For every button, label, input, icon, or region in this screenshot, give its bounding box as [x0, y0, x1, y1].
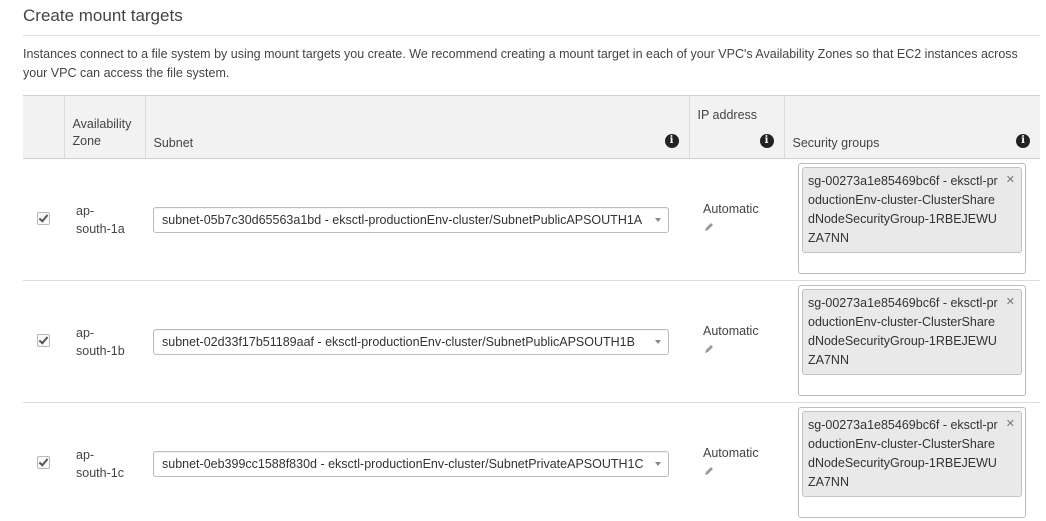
subnet-select[interactable]: subnet-0eb399cc1588f830d - eksctl-produc…: [153, 450, 669, 477]
header-select: [23, 95, 64, 159]
sg-cell: sg-00273a1e85469bc6f - eksctl-production…: [784, 402, 1040, 521]
subnet-cell: subnet-02d33f17b51189aaf - eksctl-produc…: [145, 280, 689, 403]
row-select-cell: [23, 402, 64, 521]
ip-address-value: Automatic: [703, 202, 759, 216]
row-select-cell: [23, 280, 64, 403]
info-icon[interactable]: i: [1016, 134, 1030, 148]
header-ip-label: IP address: [697, 108, 758, 122]
header-az-label: Availability Zone: [72, 117, 132, 148]
header-subnet: Subnet i: [144, 95, 689, 159]
security-group-tag: sg-00273a1e85469bc6f - eksctl-production…: [802, 167, 1022, 253]
az-label: ap-south-1a: [76, 203, 125, 236]
subnet-cell: subnet-05b7c30d65563a1bd - eksctl-produc…: [145, 158, 689, 281]
table-row: ap-south-1b subnet-02d33f17b51189aaf - e…: [23, 280, 1040, 403]
row-checkbox[interactable]: [37, 211, 50, 225]
mount-targets-table: Availability Zone Subnet i IP address i …: [23, 95, 1040, 521]
row-select-cell: [23, 158, 64, 281]
ip-address-value: Automatic: [703, 446, 759, 460]
divider: [23, 35, 1040, 36]
chevron-down-icon: [655, 461, 661, 466]
create-mount-targets-panel: Create mount targets Instances connect t…: [0, 0, 1046, 521]
info-icon[interactable]: i: [664, 134, 679, 148]
info-icon[interactable]: i: [759, 134, 774, 148]
security-groups-input[interactable]: sg-00273a1e85469bc6f - eksctl-production…: [798, 163, 1026, 274]
subnet-value: subnet-05b7c30d65563a1bd - eksctl-produc…: [162, 212, 643, 227]
table-row: ap-south-1c subnet-0eb399cc1588f830d - e…: [23, 402, 1040, 521]
security-group-label: sg-00273a1e85469bc6f - eksctl-production…: [808, 418, 998, 489]
close-icon[interactable]: ✕: [1006, 171, 1015, 190]
security-group-label: sg-00273a1e85469bc6f - eksctl-production…: [808, 174, 998, 245]
az-cell: ap-south-1c: [64, 402, 145, 521]
row-checkbox[interactable]: [37, 455, 50, 469]
subnet-cell: subnet-0eb399cc1588f830d - eksctl-produc…: [145, 402, 689, 521]
subnet-value: subnet-0eb399cc1588f830d - eksctl-produc…: [162, 456, 644, 471]
az-label: ap-south-1c: [76, 447, 124, 480]
header-ip-address: IP address i: [688, 95, 784, 159]
chevron-down-icon: [655, 339, 661, 344]
subnet-select[interactable]: subnet-05b7c30d65563a1bd - eksctl-produc…: [153, 206, 669, 233]
ip-address-value: Automatic: [703, 324, 759, 338]
pencil-icon[interactable]: [703, 221, 715, 233]
az-cell: ap-south-1b: [64, 280, 145, 403]
header-security-groups: Security groups i: [783, 95, 1040, 159]
header-subnet-label: Subnet: [153, 136, 194, 150]
header-sg-label: Security groups: [792, 136, 880, 150]
security-group-label: sg-00273a1e85469bc6f - eksctl-production…: [808, 296, 998, 367]
security-group-tag: sg-00273a1e85469bc6f - eksctl-production…: [802, 289, 1022, 375]
row-checkbox[interactable]: [37, 333, 50, 347]
table-row: ap-south-1a subnet-05b7c30d65563a1bd - e…: [23, 158, 1040, 281]
close-icon[interactable]: ✕: [1006, 293, 1015, 312]
pencil-icon[interactable]: [703, 465, 715, 477]
security-groups-input[interactable]: sg-00273a1e85469bc6f - eksctl-production…: [798, 407, 1026, 518]
subnet-value: subnet-02d33f17b51189aaf - eksctl-produc…: [162, 334, 635, 349]
security-groups-input[interactable]: sg-00273a1e85469bc6f - eksctl-production…: [798, 285, 1026, 396]
close-icon[interactable]: ✕: [1006, 415, 1015, 434]
table-header-row: Availability Zone Subnet i IP address i …: [23, 95, 1040, 159]
pencil-icon[interactable]: [703, 343, 715, 355]
section-description: Instances connect to a file system by us…: [23, 47, 1018, 80]
sg-cell: sg-00273a1e85469bc6f - eksctl-production…: [784, 158, 1040, 281]
ip-cell: Automatic: [689, 280, 784, 403]
subnet-select[interactable]: subnet-02d33f17b51189aaf - eksctl-produc…: [153, 328, 669, 355]
sg-cell: sg-00273a1e85469bc6f - eksctl-production…: [784, 280, 1040, 403]
ip-cell: Automatic: [689, 402, 784, 521]
az-label: ap-south-1b: [76, 325, 125, 358]
az-cell: ap-south-1a: [64, 158, 145, 281]
section-title: Create mount targets: [23, 6, 183, 25]
header-availability-zone: Availability Zone: [63, 95, 145, 159]
ip-cell: Automatic: [689, 158, 784, 281]
security-group-tag: sg-00273a1e85469bc6f - eksctl-production…: [802, 411, 1022, 497]
chevron-down-icon: [655, 217, 661, 222]
